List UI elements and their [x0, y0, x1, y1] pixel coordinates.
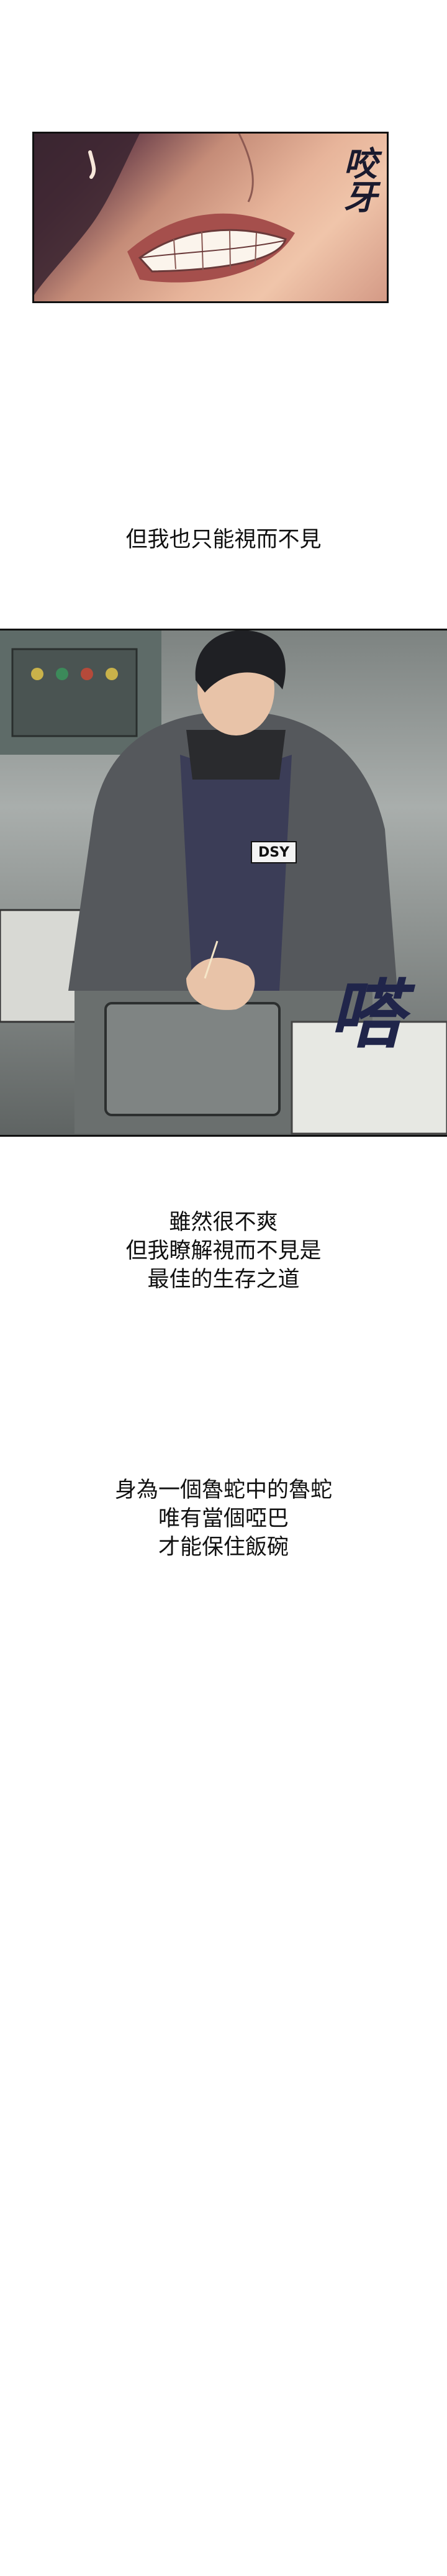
comic-panel-office: DSY 嗒 [0, 629, 447, 1137]
caption-block: 身為一個魯蛇中的魯蛇 唯有當個啞巴 才能保住飯碗 [0, 1476, 447, 1562]
caption-line: 但我瞭解視而不見是 [125, 1239, 322, 1263]
comic-panel-teeth: 咬牙 [32, 132, 389, 303]
sound-effect-text: 嗒 [329, 972, 404, 1058]
caption-block: 但我也只能視而不見 [0, 526, 447, 554]
caption-line: 雖然很不爽 [169, 1210, 278, 1235]
teeth-closeup-art [34, 134, 295, 295]
caption-block: 雖然很不爽 但我瞭解視而不見是 最佳的生存之道 [0, 1208, 447, 1294]
caption-line: 才能保住飯碗 [158, 1535, 289, 1560]
caption-line: 身為一個魯蛇中的魯蛇 [114, 1478, 332, 1503]
caption-line: 唯有當個啞巴 [158, 1506, 289, 1531]
sound-effect-text: 咬牙 [338, 146, 377, 213]
caption-line: 最佳的生存之道 [147, 1267, 300, 1292]
badge-text: DSY [258, 845, 290, 860]
office-worker-art: DSY [0, 630, 447, 1135]
caption-line: 但我也只能視而不見 [125, 527, 322, 552]
